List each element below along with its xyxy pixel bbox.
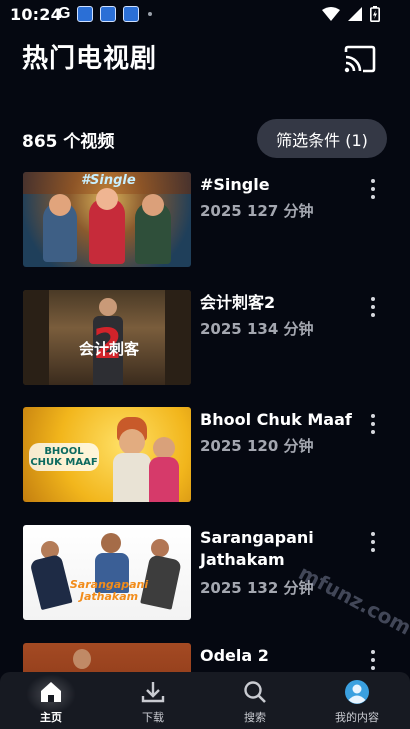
- home-icon: [41, 682, 61, 702]
- list-item[interactable]: #Single #Single 2025 127 分钟: [0, 172, 410, 268]
- thumbnail-title: Sarangapani Jathakam: [69, 578, 149, 603]
- more-options-button[interactable]: [364, 647, 382, 672]
- page-title: 热门电视剧: [22, 44, 158, 74]
- video-meta: 2025 120 分钟: [200, 437, 314, 455]
- status-notification-icons: G: [58, 5, 153, 23]
- avatar-icon: [345, 680, 369, 704]
- search-icon: [244, 681, 266, 703]
- video-meta: 2025 134 分钟: [200, 320, 314, 338]
- video-thumbnail[interactable]: BHOOL CHUK MAAF: [23, 407, 191, 502]
- thumbnail-title: BHOOL CHUK MAAF: [29, 443, 99, 471]
- video-thumbnail[interactable]: #Single: [23, 172, 191, 267]
- nav-label: 搜索: [244, 711, 266, 724]
- list-item[interactable]: Odela 2: [0, 643, 410, 672]
- list-item[interactable]: BHOOL CHUK MAAF Bhool Chuk Maaf 2025 120…: [0, 407, 410, 503]
- more-options-button[interactable]: [364, 529, 382, 555]
- status-system-icons: [322, 6, 380, 22]
- video-thumbnail[interactable]: [23, 643, 191, 672]
- nav-search[interactable]: 搜索: [204, 672, 306, 729]
- app-notification-icon: [123, 6, 140, 22]
- nav-home[interactable]: 主页: [0, 672, 102, 729]
- download-icon: [141, 682, 165, 703]
- video-thumbnail[interactable]: 2 会计刺客: [23, 290, 191, 385]
- video-count: 865 个视频: [22, 132, 115, 152]
- nav-downloads[interactable]: 下载: [102, 672, 204, 729]
- video-title: #Single: [200, 175, 270, 194]
- nav-label: 主页: [40, 711, 62, 724]
- video-thumbnail[interactable]: Sarangapani Jathakam: [23, 525, 191, 620]
- status-bar: 10:24 G: [0, 0, 410, 28]
- dot-icon: [148, 12, 153, 16]
- video-title: 会计刺客2: [200, 293, 276, 312]
- thumbnail-title: #Single: [81, 173, 136, 188]
- google-icon: G: [58, 5, 71, 22]
- thumbnail-title: 会计刺客: [79, 340, 140, 358]
- status-time: 10:24: [10, 5, 62, 24]
- signal-icon: [348, 7, 362, 21]
- wifi-icon: [322, 7, 340, 21]
- filter-button[interactable]: 筛选条件 (1): [257, 119, 387, 158]
- more-options-button[interactable]: [364, 411, 382, 437]
- cast-icon[interactable]: [344, 45, 376, 73]
- nav-label: 我的内容: [335, 711, 379, 724]
- app-notification-icon: [100, 6, 117, 22]
- nav-my-content[interactable]: 我的内容: [306, 672, 408, 729]
- app-notification-icon: [77, 6, 94, 22]
- nav-label: 下载: [142, 711, 164, 724]
- list-item[interactable]: 2 会计刺客 会计刺客2 2025 134 分钟: [0, 290, 410, 386]
- video-title: Sarangapani Jathakam: [200, 528, 314, 569]
- more-options-button[interactable]: [364, 294, 382, 320]
- video-title: Bhool Chuk Maaf: [200, 410, 352, 429]
- more-options-button[interactable]: [364, 176, 382, 202]
- battery-icon: [370, 6, 380, 22]
- bottom-navigation: 主页 下载 搜索 我的内容: [0, 672, 410, 729]
- video-meta: 2025 127 分钟: [200, 202, 314, 220]
- video-title: Odela 2: [200, 646, 269, 665]
